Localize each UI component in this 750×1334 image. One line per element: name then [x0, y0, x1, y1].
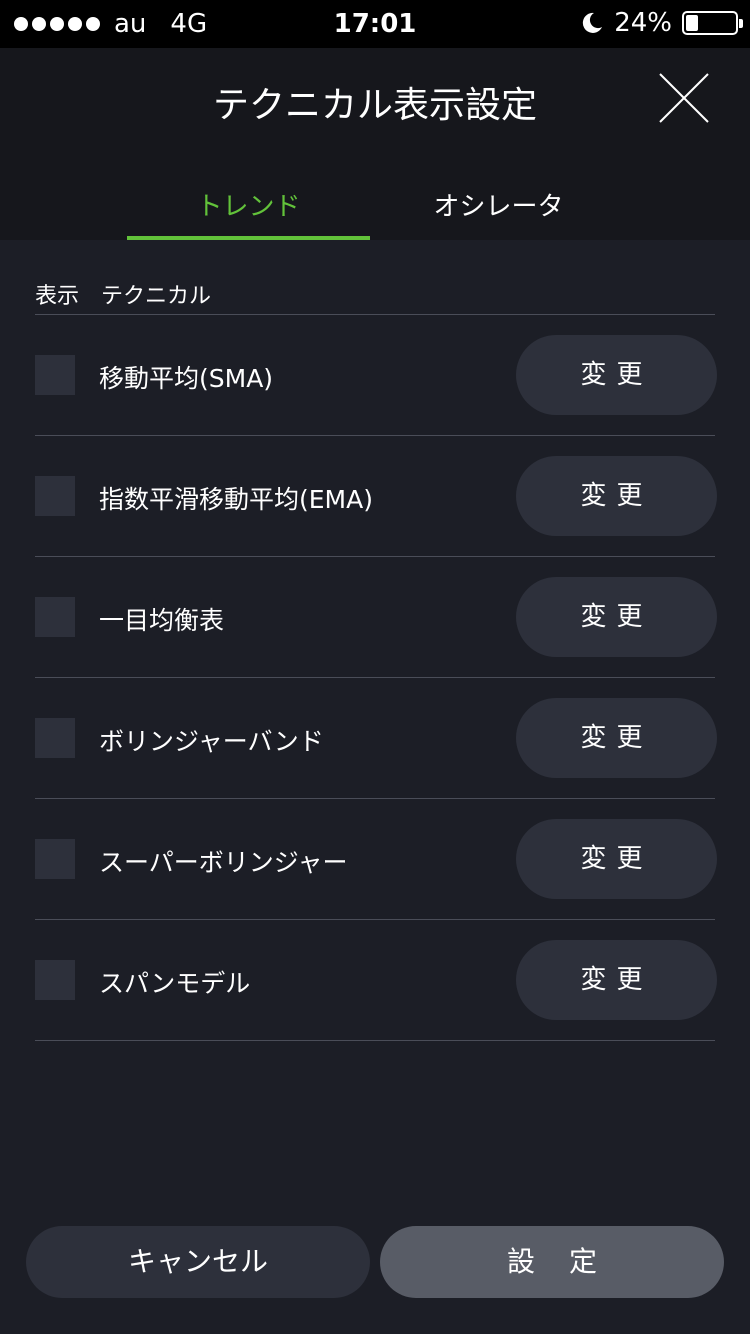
display-checkbox[interactable]	[35, 476, 75, 516]
list-item: スーパーボリンジャー 変更	[35, 799, 717, 920]
list-item: スパンモデル 変更	[35, 920, 717, 1041]
technical-label: スーパーボリンジャー	[99, 848, 348, 877]
change-button[interactable]: 変更	[516, 335, 717, 415]
confirm-button[interactable]: 設定	[380, 1226, 724, 1298]
close-icon	[659, 73, 709, 123]
display-checkbox[interactable]	[35, 960, 75, 1000]
column-display: 表示	[35, 284, 80, 309]
cancel-button[interactable]: キャンセル	[26, 1226, 370, 1298]
list-item: 移動平均(SMA) 変更	[35, 315, 717, 436]
footer-actions: キャンセル 設定	[0, 1226, 750, 1298]
technical-label: 指数平滑移動平均(EMA)	[99, 485, 373, 514]
close-button[interactable]	[656, 70, 712, 126]
column-technical: テクニカル	[101, 284, 212, 309]
technical-label: 移動平均(SMA)	[99, 364, 274, 393]
change-button[interactable]: 変更	[516, 819, 717, 899]
tab-bar: トレンド オシレータ	[0, 178, 750, 240]
display-checkbox[interactable]	[35, 839, 75, 879]
tab-trend[interactable]: トレンド	[127, 178, 370, 240]
display-checkbox[interactable]	[35, 355, 75, 395]
settings-header: テクニカル表示設定 トレンド オシレータ	[0, 48, 750, 240]
battery-percent: 24%	[614, 8, 672, 38]
technical-label: 一目均衡表	[99, 606, 225, 635]
change-button[interactable]: 変更	[516, 940, 717, 1020]
list-header: 表示 テクニカル	[35, 240, 715, 315]
page-title: テクニカル表示設定	[212, 85, 537, 126]
display-checkbox[interactable]	[35, 718, 75, 758]
battery-icon	[682, 11, 743, 35]
display-checkbox[interactable]	[35, 597, 75, 637]
change-button[interactable]: 変更	[516, 456, 717, 536]
list-item: 一目均衡表 変更	[35, 557, 717, 678]
change-button[interactable]: 変更	[516, 577, 717, 657]
technical-label: スパンモデル	[99, 969, 251, 998]
list-item: 指数平滑移動平均(EMA) 変更	[35, 436, 717, 557]
list-item: ボリンジャーバンド 変更	[35, 678, 717, 799]
technical-label: ボリンジャーバンド	[99, 727, 324, 756]
technical-list: 表示 テクニカル 移動平均(SMA) 変更 指数平滑移動平均(EMA) 変更 一目…	[35, 240, 717, 1041]
battery-level	[686, 15, 698, 31]
tab-oscillator[interactable]: オシレータ	[377, 178, 620, 240]
status-right: 24%	[580, 8, 743, 38]
status-bar: au 4G 17:01 24%	[0, 0, 750, 48]
moon-icon	[583, 12, 603, 33]
change-button[interactable]: 変更	[516, 698, 717, 778]
